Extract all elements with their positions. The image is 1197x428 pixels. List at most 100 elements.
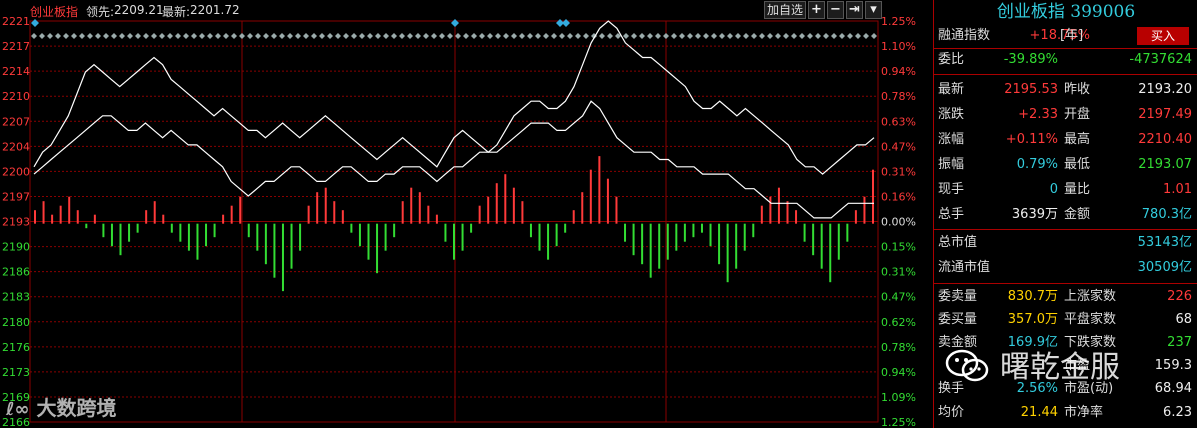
y-tick-right: 0.94% xyxy=(881,65,916,78)
event-marker xyxy=(439,33,445,39)
last-value: 2201.72 xyxy=(190,3,240,17)
event-marker xyxy=(719,33,725,39)
chart-title: 创业板指 xyxy=(30,5,79,19)
event-marker xyxy=(39,33,45,39)
y-tick-left: 2197 xyxy=(2,190,30,203)
series-line-1 xyxy=(33,100,874,219)
y-tick-left: 2207 xyxy=(2,115,30,128)
event-marker xyxy=(199,33,205,39)
quote-row: 总手 3639万 金额 780.3亿 xyxy=(934,204,1197,226)
event-marker xyxy=(679,33,685,39)
add-to-watchlist-button[interactable]: 加自选 xyxy=(764,1,806,19)
event-marker xyxy=(223,33,229,39)
menu-dropdown-button[interactable]: ▾ xyxy=(865,1,882,19)
event-marker xyxy=(623,33,629,39)
quote-label: 委比 xyxy=(938,52,965,67)
y-tick-left: 2183 xyxy=(2,291,30,304)
quote-label: 均价 xyxy=(938,405,965,420)
quote-label-2: 最高 xyxy=(1064,132,1091,147)
event-marker xyxy=(711,33,717,39)
event-marker xyxy=(311,33,317,39)
event-marker xyxy=(327,33,333,39)
event-marker xyxy=(231,33,237,39)
y-tick-left: 2173 xyxy=(2,366,30,379)
event-marker xyxy=(343,33,349,39)
event-marker xyxy=(735,33,741,39)
y-tick-left: 2193 xyxy=(2,216,30,229)
quote-value: 2195.53 xyxy=(1004,82,1058,97)
quote-row: 融通指数 +18.75% [年] xyxy=(934,25,1197,47)
quote-row: 涨幅 +0.11% 最高 2210.40 xyxy=(934,129,1197,151)
quote-value: 21.44 xyxy=(1020,405,1058,420)
quote-label: 振幅 xyxy=(938,157,965,172)
event-marker xyxy=(767,33,773,39)
panel-divider xyxy=(934,229,1197,230)
panel-divider xyxy=(934,283,1197,284)
lead-label: 领先: xyxy=(86,5,115,19)
quote-value-2: -4737624 xyxy=(1129,52,1192,67)
event-marker xyxy=(639,33,645,39)
event-marker xyxy=(583,33,589,39)
lead-value: 2209.21 xyxy=(114,3,164,17)
event-marker xyxy=(871,33,877,39)
y-tick-left: 2200 xyxy=(2,165,30,178)
quote-label-2: 开盘 xyxy=(1064,107,1091,122)
event-marker xyxy=(103,33,109,39)
event-marker xyxy=(239,33,245,39)
price-chart-svg[interactable]: 2221 1.25%2217 1.10%2214 0.94%2210 0.78%2207… xyxy=(0,0,932,428)
event-marker xyxy=(463,33,469,39)
event-marker xyxy=(79,33,85,39)
event-marker xyxy=(559,33,565,39)
y-tick-right: 0.00% xyxy=(881,216,916,229)
y-tick-right: 0.47% xyxy=(881,140,916,153)
y-tick-right: 0.78% xyxy=(881,90,916,103)
quote-row: 流通市值 30509亿 xyxy=(934,257,1197,279)
event-marker xyxy=(287,33,293,39)
y-tick-right: 1.09% xyxy=(881,391,916,404)
event-marker xyxy=(279,33,285,39)
y-tick-left: 2204 xyxy=(2,140,30,153)
panel-title: 创业板指 399006 xyxy=(996,2,1136,22)
zoom-out-button[interactable]: − xyxy=(827,1,844,19)
y-tick-left: 2180 xyxy=(2,316,30,329)
event-marker xyxy=(87,33,93,39)
quote-label-2: 平盘家数 xyxy=(1064,312,1117,327)
event-marker xyxy=(63,33,69,39)
quote-row: 总市值 53143亿 xyxy=(934,232,1197,254)
event-marker xyxy=(727,33,733,39)
event-marker-highlight xyxy=(31,19,39,27)
event-marker xyxy=(631,33,637,39)
quote-value-2: 68 xyxy=(1175,312,1192,327)
quote-value: 830.7万 xyxy=(1007,289,1058,304)
quote-row: 最新 2195.53 昨收 2193.20 xyxy=(934,79,1197,101)
event-marker xyxy=(263,33,269,39)
event-marker xyxy=(247,33,253,39)
event-marker xyxy=(831,33,837,39)
zoom-in-button[interactable]: + xyxy=(808,1,825,19)
quote-value-2: 53143亿 xyxy=(1137,235,1192,250)
event-marker xyxy=(855,33,861,39)
event-marker xyxy=(175,33,181,39)
y-tick-left: 2186 xyxy=(2,266,30,279)
y-tick-right: 0.31% xyxy=(881,165,916,178)
event-marker xyxy=(335,33,341,39)
event-marker xyxy=(183,33,189,39)
watermark-logo-icon: ℓ∞ xyxy=(6,399,30,420)
y-tick-right: 1.10% xyxy=(881,40,916,53)
y-tick-right: 0.63% xyxy=(881,115,916,128)
quote-value-2: 2193.07 xyxy=(1138,157,1192,172)
event-marker xyxy=(55,33,61,39)
event-marker xyxy=(663,33,669,39)
event-marker xyxy=(671,33,677,39)
event-marker xyxy=(375,33,381,39)
event-marker xyxy=(527,33,533,39)
quote-label-2: 金额 xyxy=(1064,207,1091,222)
intraday-chart[interactable]: 2221 1.25% 2217 1.10% 2214 0.94% 2210 0.78% 2207… xyxy=(0,0,932,428)
next-button[interactable]: ⇥ xyxy=(846,1,863,19)
quote-label-2: 量比 xyxy=(1064,182,1091,197)
y-tick-right: 0.94% xyxy=(881,366,916,379)
quote-value-2: 159.3 xyxy=(1154,358,1192,373)
panel-divider xyxy=(934,48,1197,49)
event-marker xyxy=(655,33,661,39)
event-marker xyxy=(759,33,765,39)
